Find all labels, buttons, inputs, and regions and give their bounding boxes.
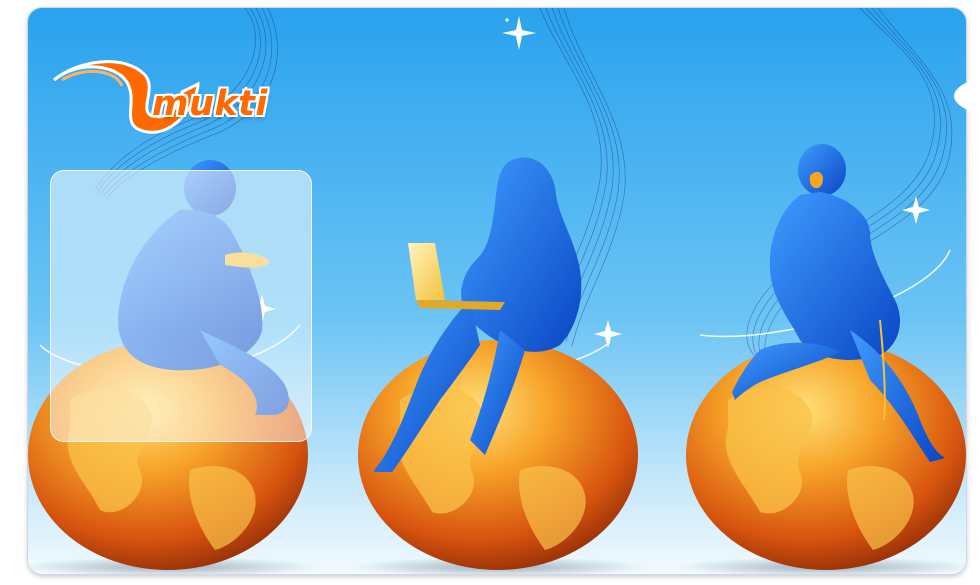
panel-notch-icon <box>954 78 980 114</box>
logo-wordmark: mukti <box>152 84 268 124</box>
splash-screen: mukti <box>0 0 980 585</box>
globe-right <box>686 340 966 570</box>
translucent-overlay-panel <box>50 170 312 442</box>
